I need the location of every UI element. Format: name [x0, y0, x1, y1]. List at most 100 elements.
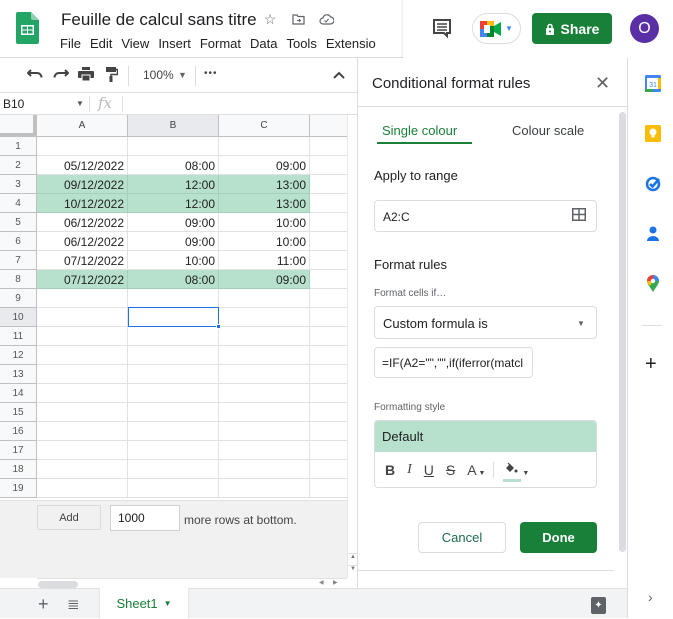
scroll-left-icon[interactable]: ◀	[319, 579, 324, 586]
bold-button[interactable]: B	[385, 462, 395, 478]
cell-a8[interactable]: 07/12/2022	[37, 270, 128, 289]
row-header[interactable]: 9	[0, 289, 37, 308]
cell-d8[interactable]	[310, 270, 347, 289]
cell-d16[interactable]	[310, 422, 347, 441]
cell-d2[interactable]	[310, 156, 347, 175]
close-icon[interactable]: ✕	[595, 73, 610, 94]
zoom-select[interactable]: 100%	[143, 68, 174, 82]
cell-b2[interactable]: 08:00	[128, 156, 219, 175]
horizontal-scrollbar[interactable]: ◀ ▶	[37, 578, 347, 588]
style-preview[interactable]: Default	[375, 421, 596, 452]
row-header[interactable]: 16	[0, 422, 37, 441]
account-avatar[interactable]: O	[630, 14, 659, 43]
cell-a1[interactable]	[37, 137, 128, 156]
paint-format-icon[interactable]	[106, 67, 119, 86]
cell-d18[interactable]	[310, 460, 347, 479]
zoom-caret-icon[interactable]: ▼	[178, 70, 187, 80]
chevron-right-icon[interactable]: ›	[648, 589, 653, 605]
cell-b6[interactable]: 09:00	[128, 232, 219, 251]
cell-b5[interactable]: 09:00	[128, 213, 219, 232]
sheet-tab-sheet1[interactable]: Sheet1 ▼	[100, 588, 188, 619]
cell-a2[interactable]: 05/12/2022	[37, 156, 128, 175]
scroll-right-icon[interactable]: ▶	[333, 579, 338, 586]
star-icon[interactable]: ☆	[262, 11, 278, 28]
cell-c7[interactable]: 11:00	[219, 251, 310, 270]
redo-icon[interactable]	[53, 67, 70, 84]
strikethrough-button[interactable]: S	[446, 462, 455, 478]
cell-c2[interactable]: 09:00	[219, 156, 310, 175]
contacts-icon[interactable]	[645, 225, 661, 242]
panel-scrollbar[interactable]	[619, 112, 626, 552]
selected-cell-b10[interactable]	[128, 307, 219, 327]
cell-d6[interactable]	[310, 232, 347, 251]
menu-insert[interactable]: Insert	[158, 36, 196, 51]
cell-c4[interactable]: 13:00	[219, 194, 310, 213]
cell-a17[interactable]	[37, 441, 128, 460]
cell-c9[interactable]	[219, 289, 310, 308]
maps-icon[interactable]	[645, 275, 661, 292]
row-header[interactable]: 11	[0, 327, 37, 346]
condition-caret-icon[interactable]: ▼	[577, 319, 585, 328]
cell-b13[interactable]	[128, 365, 219, 384]
cell-a9[interactable]	[37, 289, 128, 308]
sheet-tab-caret-icon[interactable]: ▼	[164, 599, 172, 608]
menu-format[interactable]: Format	[200, 36, 246, 51]
custom-formula-input[interactable]: =IF(A2="","",if(iferror(matcl	[374, 347, 533, 378]
undo-icon[interactable]	[26, 67, 43, 84]
cell-d19[interactable]	[310, 479, 347, 498]
cell-c6[interactable]: 10:00	[219, 232, 310, 251]
add-sheet-icon[interactable]: +	[38, 594, 49, 615]
cell-c1[interactable]	[219, 137, 310, 156]
cell-b12[interactable]	[128, 346, 219, 365]
row-header[interactable]: 3	[0, 175, 37, 194]
sheets-logo-icon[interactable]	[16, 12, 39, 44]
cell-c10[interactable]	[219, 308, 310, 327]
cell-b1[interactable]	[128, 137, 219, 156]
get-addons-icon[interactable]: +	[645, 354, 657, 374]
cell-c16[interactable]	[219, 422, 310, 441]
row-header[interactable]: 4	[0, 194, 37, 213]
keep-icon[interactable]	[645, 125, 661, 142]
cell-c5[interactable]: 10:00	[219, 213, 310, 232]
cell-b17[interactable]	[128, 441, 219, 460]
menu-extensions[interactable]: Extensio	[326, 36, 381, 51]
cell-a16[interactable]	[37, 422, 128, 441]
cell-a11[interactable]	[37, 327, 128, 346]
row-header[interactable]: 15	[0, 403, 37, 422]
cell-c3[interactable]: 13:00	[219, 175, 310, 194]
cell-b4[interactable]: 12:00	[128, 194, 219, 213]
tab-colour-scale[interactable]: Colour scale	[512, 123, 584, 138]
cell-c11[interactable]	[219, 327, 310, 346]
row-header[interactable]: 18	[0, 460, 37, 479]
cell-d11[interactable]	[310, 327, 347, 346]
cell-b18[interactable]	[128, 460, 219, 479]
done-button[interactable]: Done	[520, 522, 597, 553]
add-rows-button[interactable]: Add	[37, 505, 101, 530]
cell-c13[interactable]	[219, 365, 310, 384]
cell-a15[interactable]	[37, 403, 128, 422]
row-header[interactable]: 1	[0, 137, 37, 156]
row-header[interactable]: 5	[0, 213, 37, 232]
column-header-d[interactable]	[310, 115, 347, 137]
row-header[interactable]: 14	[0, 384, 37, 403]
cell-d3[interactable]	[310, 175, 347, 194]
row-header[interactable]: 6	[0, 232, 37, 251]
cell-d15[interactable]	[310, 403, 347, 422]
print-icon[interactable]	[78, 67, 94, 85]
spreadsheet-grid[interactable]: A B C 1 2 05/12/2022 08:00 09:00 3 09/12/2022 1…	[0, 115, 347, 500]
menu-data[interactable]: Data	[250, 36, 282, 51]
cell-c15[interactable]	[219, 403, 310, 422]
meet-button[interactable]: ▼	[472, 13, 521, 44]
cell-a10[interactable]	[37, 308, 128, 327]
vertical-scrollbar[interactable]: ▲ ▼	[347, 115, 358, 578]
cell-d12[interactable]	[310, 346, 347, 365]
row-header[interactable]: 7	[0, 251, 37, 270]
cell-a18[interactable]	[37, 460, 128, 479]
cloud-status-icon[interactable]	[318, 12, 335, 28]
horizontal-scroll-thumb[interactable]	[38, 581, 78, 588]
cell-b9[interactable]	[128, 289, 219, 308]
underline-button[interactable]: U	[424, 462, 434, 478]
select-all-corner[interactable]	[0, 115, 37, 137]
cell-b11[interactable]	[128, 327, 219, 346]
cell-a6[interactable]: 06/12/2022	[37, 232, 128, 251]
